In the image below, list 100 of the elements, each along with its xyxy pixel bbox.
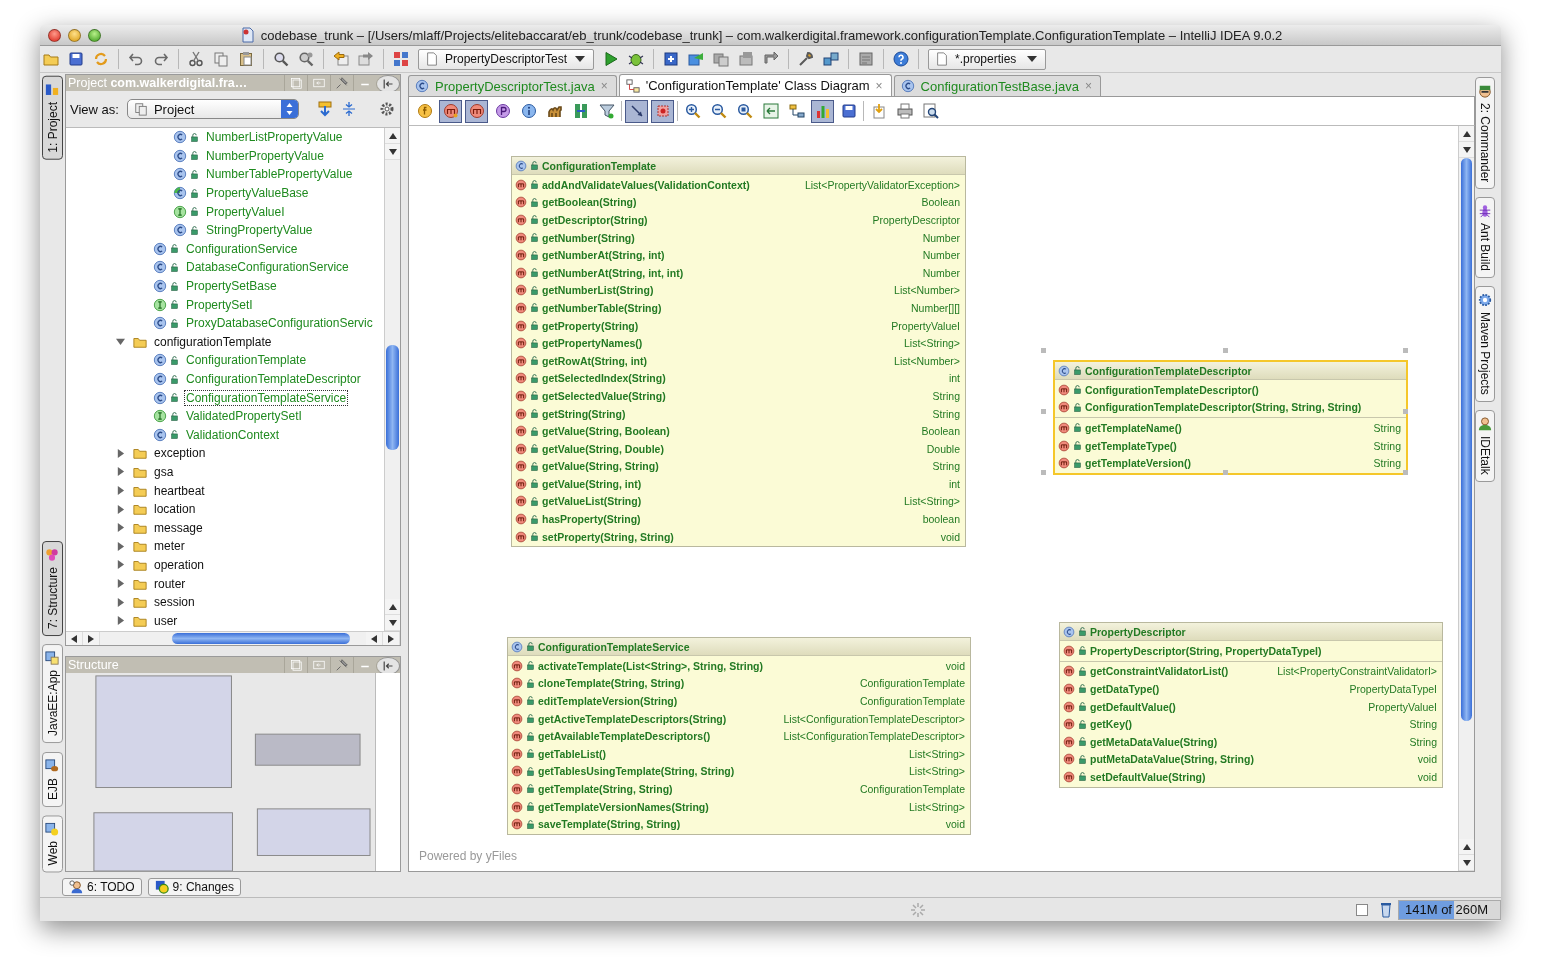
file-mask-dropdown[interactable]: *.properties <box>928 48 1046 70</box>
scrollbar-thumb[interactable] <box>386 345 399 450</box>
settings-icon[interactable] <box>378 101 395 117</box>
close-button[interactable] <box>48 28 61 42</box>
bar-chart-toggle[interactable] <box>811 99 834 123</box>
expand-arrow-icon[interactable] <box>116 541 125 551</box>
scroll-up-button[interactable] <box>1459 126 1474 142</box>
expand-arrow-icon[interactable] <box>116 448 125 458</box>
scroll-left-button[interactable] <box>66 632 83 645</box>
arrow-toggle[interactable] <box>625 99 648 123</box>
autoscroll-icon[interactable] <box>316 101 333 117</box>
grid-icon[interactable] <box>393 51 409 67</box>
tree-item[interactable]: ConfigurationService <box>184 240 300 257</box>
build-icon[interactable] <box>663 51 679 67</box>
tool-window-tab[interactable]: 2: Commander <box>1475 77 1495 190</box>
structure-icon[interactable] <box>823 51 839 67</box>
expand-arrow-icon[interactable] <box>116 523 125 533</box>
tree-item[interactable]: NumberListPropertyValue <box>204 129 345 146</box>
tree-item[interactable]: user <box>152 612 180 629</box>
forward-icon[interactable] <box>358 51 374 67</box>
document-icon[interactable] <box>858 51 874 67</box>
class-node[interactable] <box>511 156 966 548</box>
method-toggle[interactable] <box>465 99 488 123</box>
tool-window-tab[interactable]: EJB <box>42 751 63 807</box>
resize-handle[interactable] <box>1041 409 1046 415</box>
bug-icon[interactable] <box>628 51 644 67</box>
editor-tab[interactable]: 'ConfigurationTemplate' Class Diagram × <box>618 74 892 96</box>
redo-icon[interactable] <box>153 51 169 67</box>
tool-window-button[interactable]: 9: Changes <box>147 877 241 896</box>
scroll-up-button[interactable] <box>1459 839 1474 855</box>
scroll-down-button[interactable] <box>1459 855 1474 871</box>
settings-icon[interactable] <box>798 51 814 67</box>
tree-item[interactable]: PropertyValueBase <box>204 185 311 202</box>
expand-arrow-icon[interactable] <box>116 486 125 496</box>
tool-window-tab[interactable]: 1: Project <box>42 76 63 160</box>
tool-window-tab[interactable]: IDEtalk <box>1475 410 1495 482</box>
tree-item[interactable]: NumberPropertyValue <box>204 147 326 164</box>
tool-window-tab[interactable]: JavaEE:App <box>42 644 63 744</box>
window-icon[interactable] <box>713 51 729 67</box>
class-node[interactable] <box>1059 622 1443 788</box>
scroll-right-button[interactable] <box>383 632 400 645</box>
tree-item[interactable]: message <box>152 519 205 536</box>
scroll-up-button[interactable] <box>385 599 400 615</box>
expand-arrow-icon[interactable] <box>116 597 125 607</box>
scroll-down-button[interactable] <box>385 615 400 631</box>
scrollbar-thumb[interactable] <box>172 633 350 644</box>
view-as-dropdown[interactable]: Project <box>126 99 299 119</box>
tool-window-tab[interactable]: Web <box>42 814 63 872</box>
tree-item[interactable]: ValidationContext <box>184 426 282 443</box>
resize-handle[interactable] <box>1041 348 1046 353</box>
scroll-right-button[interactable] <box>83 632 100 645</box>
tool-window-tab[interactable]: Maven Projects <box>1475 286 1495 403</box>
arrow-icon[interactable] <box>763 51 779 67</box>
resize-handle[interactable] <box>1222 469 1228 475</box>
tree-item[interactable]: session <box>152 594 197 611</box>
expand-arrow-icon[interactable] <box>116 560 125 570</box>
cut-icon[interactable] <box>188 51 204 67</box>
tree-item[interactable]: ValidatedPropertySetI <box>184 408 304 425</box>
undo-icon[interactable] <box>128 51 144 67</box>
find-replace-icon[interactable] <box>298 51 314 67</box>
tree-item[interactable]: PropertySetI <box>184 296 255 313</box>
trash-icon[interactable] <box>1378 901 1394 918</box>
tree-item[interactable]: NumberTablePropertyValue <box>204 166 355 183</box>
tree-item[interactable]: StringPropertyValue <box>204 222 315 239</box>
tree-item[interactable]: ConfigurationTemplateService <box>184 389 349 406</box>
tool-window-tab[interactable]: Ant Build <box>1475 197 1495 279</box>
tree-item[interactable]: configurationTemplate <box>152 333 274 350</box>
tool-window-tab[interactable]: 7: Structure <box>42 541 63 637</box>
constructor-toggle[interactable] <box>439 99 462 123</box>
tree-item[interactable]: DatabaseConfigurationService <box>184 259 351 276</box>
expand-arrow-icon[interactable] <box>116 467 125 477</box>
zoom-button[interactable] <box>88 28 101 42</box>
class-node[interactable] <box>507 637 971 835</box>
tree-item[interactable]: ConfigurationTemplate <box>184 352 309 369</box>
tree-item[interactable]: PropertyValueI <box>204 203 287 220</box>
paste-icon[interactable] <box>238 51 254 67</box>
expand-arrow-icon[interactable] <box>116 337 125 347</box>
tree-item[interactable]: ProxyDatabaseConfigurationServic <box>184 315 375 332</box>
scrollbar-thumb[interactable] <box>1461 158 1472 721</box>
resize-handle[interactable] <box>1403 409 1408 415</box>
scroll-down-button[interactable] <box>385 144 400 160</box>
save-icon[interactable] <box>68 51 84 67</box>
memory-indicator[interactable]: 141M of 260M <box>1398 899 1501 920</box>
run-config-dropdown[interactable]: PropertyDescriptorTest <box>418 48 594 70</box>
resize-handle[interactable] <box>1222 348 1228 353</box>
scroll-left-button[interactable] <box>366 632 383 645</box>
expand-arrow-icon[interactable] <box>116 504 125 514</box>
resize-handle[interactable] <box>1403 469 1408 475</box>
tree-item[interactable]: heartbeat <box>152 482 207 499</box>
tree-item[interactable]: location <box>152 501 198 518</box>
minimize-button[interactable] <box>68 28 81 42</box>
collapse-all-icon[interactable] <box>340 101 357 117</box>
help-icon[interactable] <box>893 51 909 67</box>
back-icon[interactable] <box>333 51 349 67</box>
expand-arrow-icon[interactable] <box>116 616 125 626</box>
expand-arrow-icon[interactable] <box>116 579 125 589</box>
tree-item[interactable]: router <box>152 575 188 592</box>
tree-item[interactable]: operation <box>152 556 207 573</box>
compile-icon[interactable] <box>688 51 704 67</box>
tree-item[interactable]: PropertySetBase <box>184 278 279 295</box>
